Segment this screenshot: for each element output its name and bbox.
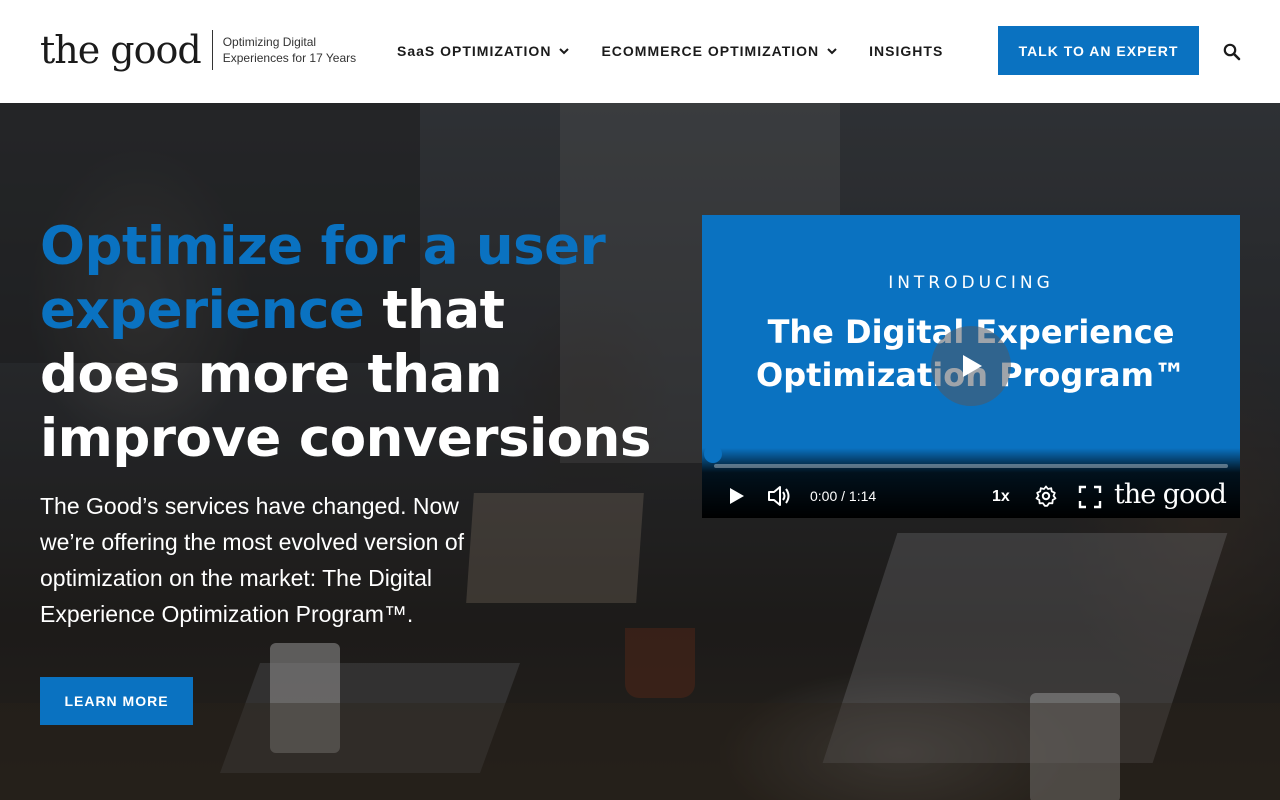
play-icon[interactable] xyxy=(728,486,746,506)
nav-item-saas-optimization[interactable]: SaaS OPTIMIZATION xyxy=(397,40,570,62)
chevron-down-icon xyxy=(559,48,570,55)
chevron-down-icon xyxy=(827,48,837,55)
search-icon[interactable] xyxy=(1222,42,1242,62)
nav-item-insights[interactable]: INSIGHTS xyxy=(869,40,943,62)
video-logo: the good xyxy=(1114,479,1227,510)
nav-item-ecommerce-optimization[interactable]: ECOMMERCE OPTIMIZATION xyxy=(601,40,837,62)
play-overlay-button[interactable] xyxy=(931,326,1011,406)
playback-speed-button[interactable]: 1x xyxy=(992,488,1010,506)
fullscreen-icon[interactable] xyxy=(1078,485,1102,509)
nav-item-label: INSIGHTS xyxy=(869,43,944,59)
video-eyebrow: INTRODUCING xyxy=(888,273,1054,293)
logo-divider xyxy=(211,30,213,70)
logo-tagline: Optimizing Digital Experiences for 17 Ye… xyxy=(222,35,357,65)
nav-item-label: SaaS OPTIMIZATION xyxy=(397,43,552,59)
nav-item-label: ECOMMERCE OPTIMIZATION xyxy=(601,43,820,59)
progress-track[interactable] xyxy=(714,464,1228,468)
hero-section: Optimize for a user experience that does… xyxy=(0,103,1280,800)
gear-icon[interactable] xyxy=(1035,485,1057,507)
progress-handle[interactable] xyxy=(704,445,722,463)
hero-headline-accent: Optimize for a user experience xyxy=(40,216,606,341)
learn-more-button[interactable]: LEARN MORE xyxy=(40,677,193,725)
volume-icon[interactable] xyxy=(766,484,792,508)
talk-to-expert-button[interactable]: TALK TO AN EXPERT xyxy=(998,26,1199,75)
main-nav: SaaS OPTIMIZATION ECOMMERCE OPTIMIZATION… xyxy=(397,40,975,62)
play-icon xyxy=(963,355,982,377)
logo[interactable]: the good Optimizing Digital Experiences … xyxy=(40,28,363,72)
hero-subcopy: The Good’s services have changed. Now we… xyxy=(40,493,465,627)
video-player[interactable]: INTRODUCING The Digital Experience Optim… xyxy=(702,215,1240,518)
video-controls: 0:00 / 1:14 1x the good xyxy=(702,445,1240,518)
logo-wordmark: the good xyxy=(40,28,202,72)
hero-headline: Optimize for a user experience that does… xyxy=(40,215,660,471)
video-time: 0:00 / 1:14 xyxy=(810,488,877,504)
site-header: the good Optimizing Digital Experiences … xyxy=(0,0,1280,103)
